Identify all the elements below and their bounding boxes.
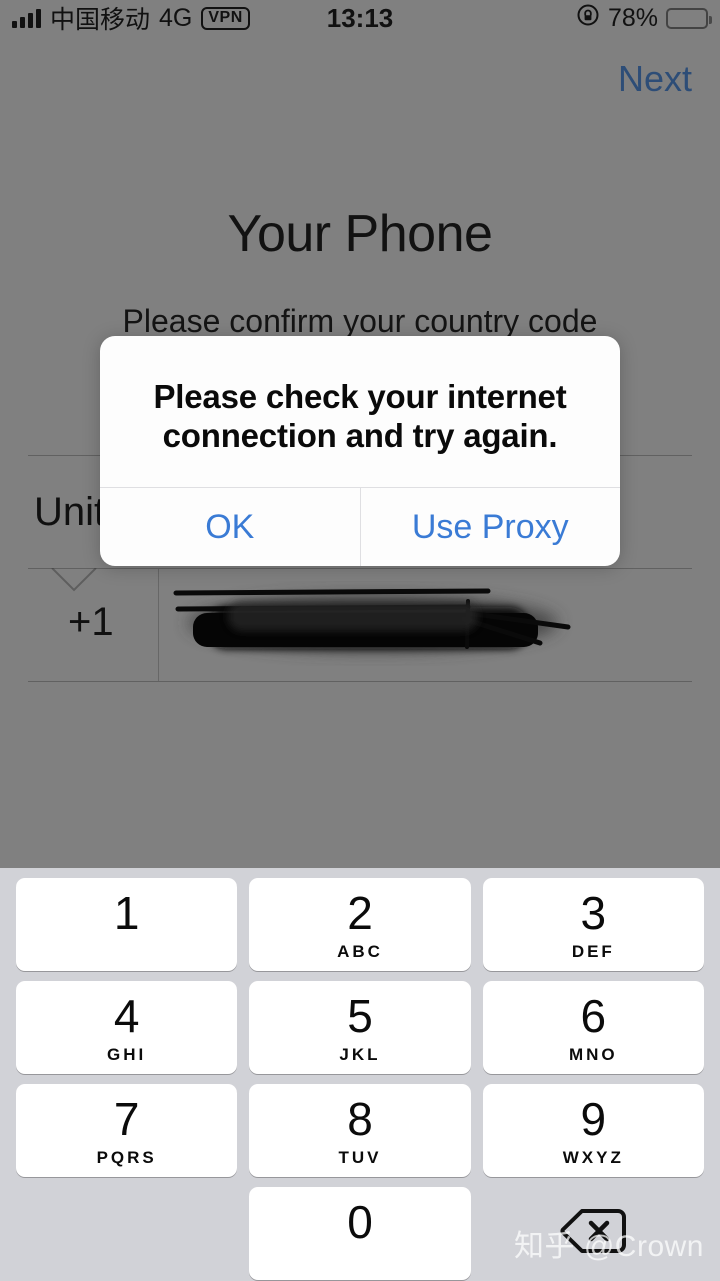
alert-ok-button[interactable]: OK — [100, 488, 360, 566]
alert-button-bar: OK Use Proxy — [100, 487, 620, 566]
phone-column-divider — [158, 569, 159, 681]
key-letters: WXYZ — [562, 1147, 624, 1167]
key-letters: ABC — [337, 941, 383, 961]
key-letters: DEF — [571, 941, 615, 961]
status-bar-right: 78% — [576, 0, 712, 36]
battery-percentage: 78% — [607, 3, 658, 32]
status-bar: 中国移动 4G VPN 13:13 78% — [0, 0, 720, 36]
form-divider-bottom — [28, 681, 692, 682]
key-digit: 3 — [580, 886, 607, 939]
rotation-lock-icon — [576, 3, 600, 34]
key-digit: 7 — [113, 1092, 140, 1145]
key-4[interactable]: 4 GHI — [16, 981, 238, 1074]
key-1[interactable]: 1 — [16, 878, 238, 971]
key-letters: JKL — [339, 1044, 381, 1064]
battery-icon — [666, 7, 712, 29]
navigation-bar: Next — [0, 44, 720, 114]
page-title: Your Phone — [227, 205, 493, 263]
backspace-icon — [560, 1207, 627, 1260]
key-digit: 1 — [113, 886, 140, 939]
key-3[interactable]: 3 DEF — [482, 878, 704, 971]
key-6[interactable]: 6 MNO — [482, 981, 704, 1074]
key-digit: 8 — [347, 1092, 373, 1145]
backspace-key[interactable] — [483, 1187, 704, 1280]
phone-number-redaction — [168, 581, 598, 666]
keypad-row: 4 GHI 5 JKL 6 MNO — [0, 981, 720, 1074]
key-8[interactable]: 8 TUV — [249, 1084, 471, 1177]
key-0[interactable]: 0 — [249, 1187, 471, 1280]
key-digit: 2 — [347, 886, 373, 939]
key-digit: 5 — [347, 989, 373, 1042]
key-letters: MNO — [568, 1044, 618, 1064]
key-digit: 9 — [580, 1092, 607, 1145]
keypad-row: 7 PQRS 8 TUV 9 WXYZ — [0, 1084, 720, 1177]
key-digit: 4 — [113, 989, 140, 1042]
keypad-row: 0 — [0, 1187, 720, 1280]
key-2[interactable]: 2 ABC — [249, 878, 471, 971]
country-name-label: Unit — [34, 489, 106, 534]
key-letters: PQRS — [96, 1147, 157, 1167]
page-subtitle: Please confirm your country code — [122, 303, 598, 339]
dial-code-label: +1 — [68, 600, 114, 644]
phone-number-row[interactable]: +1 — [28, 569, 692, 681]
next-button[interactable]: Next — [618, 58, 692, 100]
key-5[interactable]: 5 JKL — [249, 981, 471, 1074]
alert-message: Please check your internet connection an… — [153, 378, 567, 454]
keypad-row: 1 2 ABC 3 DEF — [0, 878, 720, 971]
keypad-blank-left — [16, 1187, 237, 1280]
key-9[interactable]: 9 WXYZ — [482, 1084, 704, 1177]
key-digit: 0 — [347, 1195, 373, 1248]
key-digit: 6 — [580, 989, 607, 1042]
alert-dialog: Please check your internet connection an… — [100, 336, 620, 566]
key-letters: GHI — [107, 1044, 147, 1064]
numeric-keypad: 1 2 ABC 3 DEF 4 GHI 5 JKL 6 MNO 7 PQRS 8… — [0, 868, 720, 1281]
alert-use-proxy-button[interactable]: Use Proxy — [361, 488, 621, 566]
key-7[interactable]: 7 PQRS — [16, 1084, 238, 1177]
key-letters: TUV — [338, 1147, 382, 1167]
